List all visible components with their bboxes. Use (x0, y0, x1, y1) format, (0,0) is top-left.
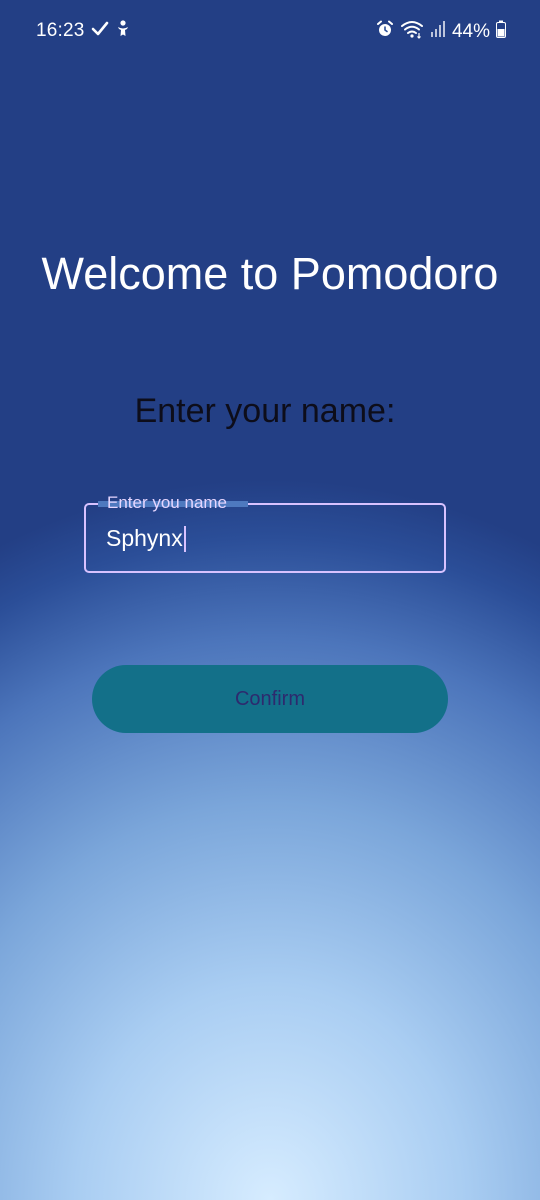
battery-percent: 44% (451, 20, 490, 42)
wifi-icon (400, 19, 424, 44)
name-input-label: Enter you name (102, 493, 233, 513)
status-time: 16:23 (36, 20, 85, 41)
status-bar: 16:23 44% (0, 0, 540, 60)
name-input-value[interactable]: Sphynx (106, 525, 183, 552)
name-input[interactable]: Enter you name Sphynx (84, 493, 446, 573)
check-icon (90, 19, 110, 44)
confirm-button[interactable]: Confirm (92, 665, 448, 733)
status-right: 44% (376, 19, 506, 44)
page-title: Welcome to Pomodoro (41, 248, 499, 299)
alarm-icon (376, 20, 394, 43)
accessibility-icon (114, 19, 132, 44)
text-cursor (183, 525, 186, 552)
signal-icon (430, 20, 446, 43)
name-prompt: Enter your name: (134, 392, 396, 430)
name-input-value-wrap[interactable]: Sphynx (106, 525, 186, 552)
battery-icon (496, 20, 506, 43)
status-left-icons (90, 19, 132, 44)
